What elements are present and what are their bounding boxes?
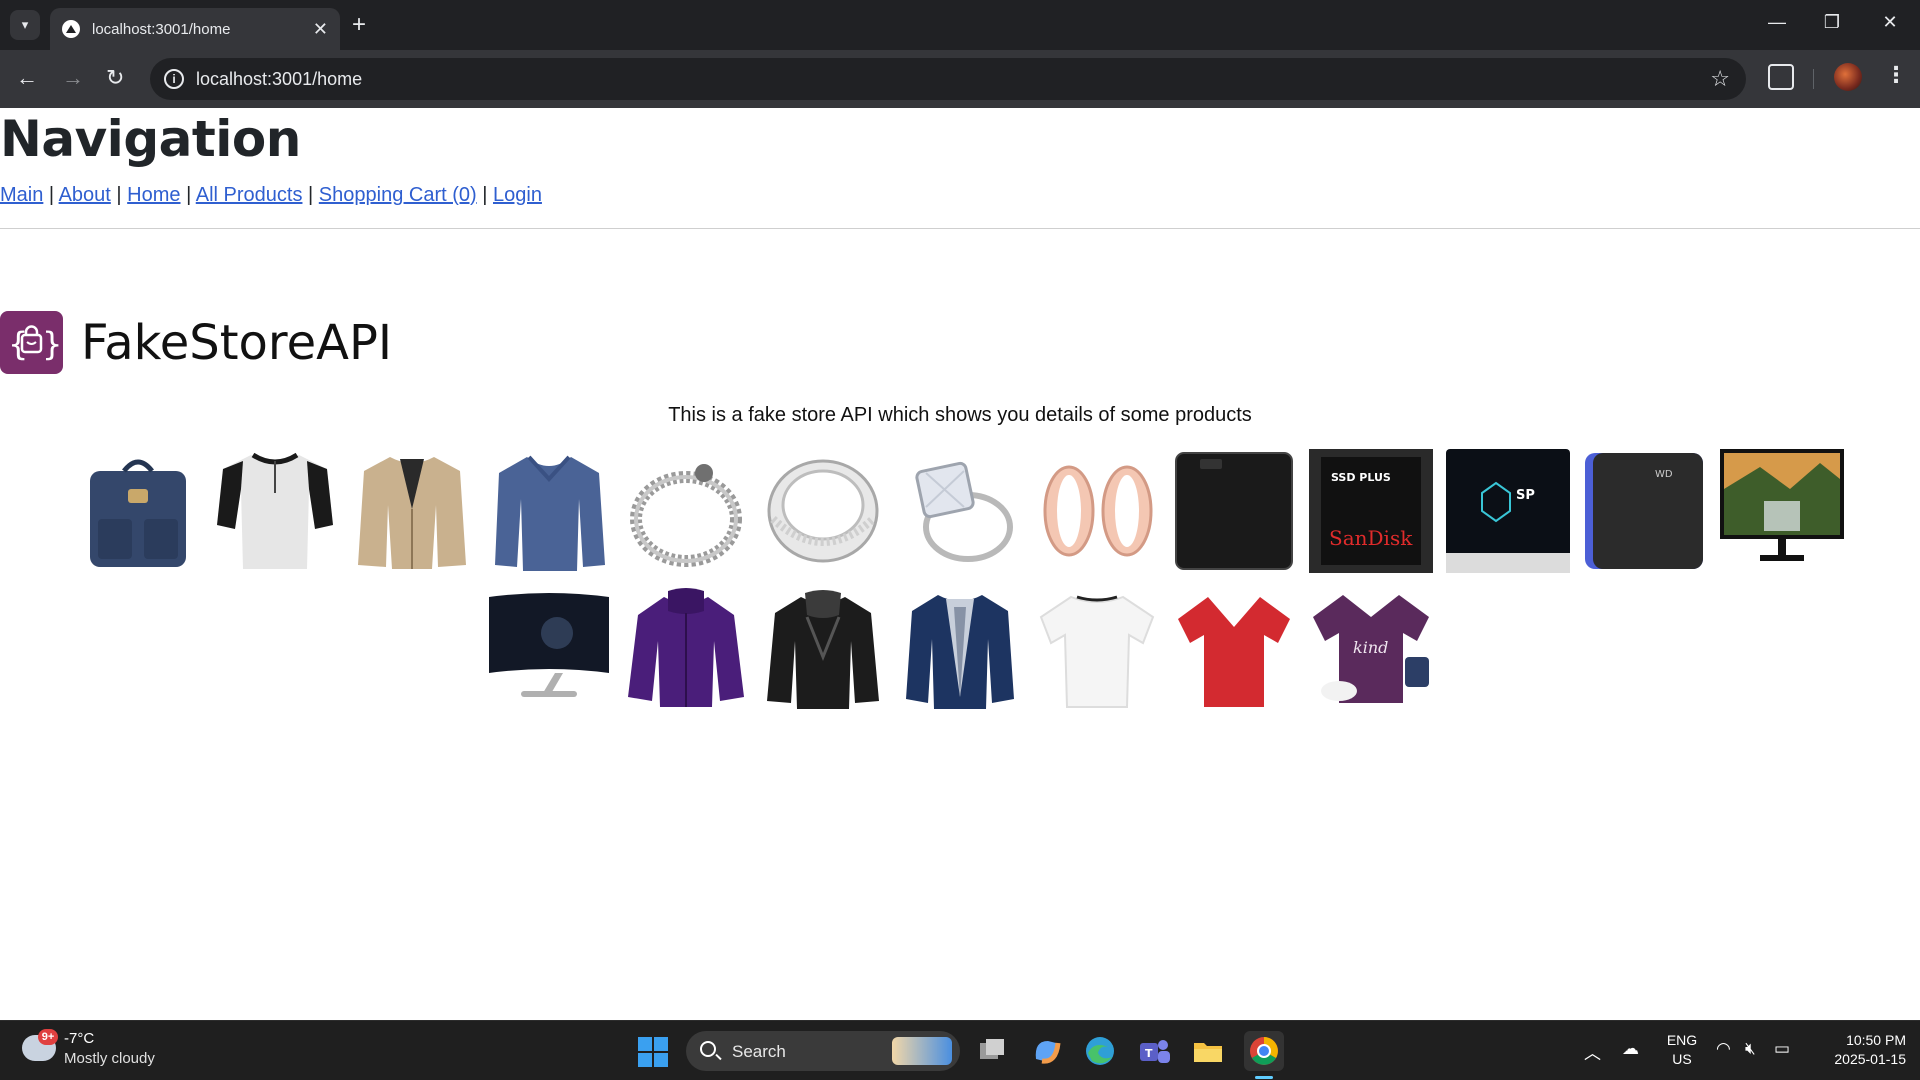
tab-favicon-icon bbox=[62, 20, 80, 38]
weather-alert-badge: 9+ bbox=[38, 1029, 58, 1045]
nav-separator: | bbox=[308, 184, 314, 206]
reload-button[interactable]: ↻ bbox=[106, 66, 124, 90]
teams-icon[interactable]: T bbox=[1134, 1031, 1174, 1071]
wifi-icon[interactable]: ◠ bbox=[1716, 1039, 1731, 1059]
volume-muted-icon[interactable]: 🔇︎ bbox=[1745, 1039, 1756, 1059]
file-explorer-icon[interactable] bbox=[1188, 1031, 1228, 1071]
product-row: kind bbox=[0, 587, 1920, 711]
product-dragon-bracelet[interactable] bbox=[624, 449, 748, 573]
weather-temperature: -7°C bbox=[64, 1030, 95, 1047]
product-slim-fit-shirt[interactable] bbox=[487, 449, 611, 573]
clock-date[interactable]: 2025-01-15 bbox=[1810, 1051, 1906, 1067]
extensions-icon[interactable] bbox=[1768, 64, 1794, 90]
svg-text:SSD PLUS: SSD PLUS bbox=[1331, 471, 1391, 484]
page-subtitle: This is a fake store API which shows you… bbox=[668, 404, 1252, 426]
product-silver-ring[interactable] bbox=[761, 449, 885, 573]
active-app-indicator bbox=[1255, 1076, 1273, 1079]
product-princess-ring[interactable] bbox=[898, 449, 1022, 573]
svg-text:kind: kind bbox=[1353, 638, 1388, 657]
restore-button[interactable]: ❐ bbox=[1820, 12, 1844, 33]
product-purple-be-kind-tee[interactable]: kind bbox=[1309, 587, 1433, 711]
product-sandisk-ssd[interactable]: SSD PLUS SanDisk bbox=[1309, 449, 1433, 573]
browser-toolbar: ← → ↻ i localhost:3001/home ☆ ⋮ bbox=[0, 50, 1920, 108]
forward-button[interactable]: → bbox=[62, 66, 84, 90]
brand-header: { } FakeStoreAPI bbox=[0, 311, 392, 374]
browser-titlebar: ▾ localhost:3001/home ✕ + — ❐ ✕ bbox=[0, 0, 1920, 50]
nav-separator: | bbox=[48, 184, 55, 206]
svg-text:}: } bbox=[42, 325, 62, 363]
brand-title: FakeStoreAPI bbox=[81, 314, 393, 371]
svg-text:SanDisk: SanDisk bbox=[1329, 526, 1413, 550]
search-icon bbox=[700, 1041, 716, 1057]
task-view-icon[interactable] bbox=[972, 1031, 1012, 1071]
tray-overflow-icon[interactable]: ︿ bbox=[1584, 1039, 1601, 1064]
browser-tab[interactable]: localhost:3001/home ✕ bbox=[50, 8, 340, 50]
nav-link-main[interactable]: Main bbox=[0, 184, 43, 206]
address-url[interactable]: localhost:3001/home bbox=[196, 69, 362, 90]
site-info-icon[interactable]: i bbox=[164, 69, 184, 89]
product-acer-monitor[interactable] bbox=[1720, 449, 1844, 573]
tab-title: localhost:3001/home bbox=[92, 20, 231, 38]
nav-separator: | bbox=[482, 184, 488, 206]
browser-menu-icon[interactable]: ⋮ bbox=[1885, 62, 1907, 88]
product-cotton-jacket[interactable] bbox=[350, 449, 474, 573]
product-red-v-neck-tee[interactable] bbox=[1172, 587, 1296, 711]
nav-link-login[interactable]: Login bbox=[493, 184, 542, 206]
nav-separator: | bbox=[186, 184, 192, 206]
navigation-heading: Navigation bbox=[0, 110, 301, 168]
product-silicon-power-ssd[interactable]: SP bbox=[1446, 449, 1570, 573]
product-gold-earrings[interactable] bbox=[1035, 449, 1159, 573]
svg-text:T: T bbox=[1145, 1047, 1153, 1060]
nav-separator: | bbox=[116, 184, 122, 206]
new-tab-button[interactable]: + bbox=[352, 12, 366, 38]
product-white-boat-neck-tee[interactable] bbox=[1035, 587, 1159, 711]
address-bar[interactable]: i localhost:3001/home ☆ bbox=[150, 58, 1746, 100]
nav-links: Main | About | Home | All Products | Sho… bbox=[0, 184, 542, 207]
toolbar-divider bbox=[1813, 69, 1814, 89]
nav-link-about[interactable]: About bbox=[59, 184, 111, 206]
battery-icon[interactable]: ▭ bbox=[1774, 1039, 1790, 1059]
nav-link-shopping-cart[interactable]: Shopping Cart (0) bbox=[319, 184, 477, 206]
taskbar-search[interactable]: Search bbox=[686, 1031, 960, 1071]
nav-link-all-products[interactable]: All Products bbox=[196, 184, 303, 206]
tab-search-button[interactable]: ▾ bbox=[10, 10, 40, 40]
edge-icon[interactable] bbox=[1080, 1031, 1120, 1071]
bookmark-star-icon[interactable]: ☆ bbox=[1710, 66, 1730, 92]
copilot-icon[interactable] bbox=[1026, 1031, 1066, 1071]
chrome-icon[interactable] bbox=[1244, 1031, 1284, 1071]
product-external-hard-drive[interactable] bbox=[1172, 449, 1296, 573]
product-grid: SSD PLUS SanDisk SP WD kind bbox=[0, 449, 1920, 725]
svg-text:WD: WD bbox=[1655, 469, 1673, 480]
taskbar: 9+ -7°C Mostly cloudy Search T ︿ ☁ ENG U… bbox=[0, 1020, 1920, 1080]
divider bbox=[0, 228, 1920, 229]
onedrive-icon[interactable]: ☁ bbox=[1622, 1039, 1639, 1059]
minimize-button[interactable]: — bbox=[1765, 12, 1789, 33]
clock-time[interactable]: 10:50 PM bbox=[1810, 1032, 1906, 1048]
back-button[interactable]: ← bbox=[16, 66, 38, 90]
product-row: SSD PLUS SanDisk SP WD bbox=[0, 449, 1920, 573]
product-purple-snowboard-jacket[interactable] bbox=[624, 587, 748, 711]
product-leather-moto-jacket[interactable] bbox=[761, 587, 885, 711]
close-window-button[interactable]: ✕ bbox=[1878, 12, 1902, 33]
svg-text:SP: SP bbox=[1516, 488, 1535, 503]
fakestore-logo-icon: { } bbox=[0, 311, 63, 374]
page-content: Navigation Main | About | Home | All Pro… bbox=[0, 108, 1920, 1020]
language-top[interactable]: ENG bbox=[1662, 1032, 1702, 1048]
nav-link-home[interactable]: Home bbox=[127, 184, 180, 206]
profile-avatar[interactable] bbox=[1834, 63, 1862, 91]
product-henley-shirt[interactable] bbox=[213, 449, 337, 573]
product-samsung-curved-monitor[interactable] bbox=[487, 587, 611, 711]
search-label: Search bbox=[732, 1042, 786, 1061]
search-highlight-icon bbox=[892, 1037, 952, 1065]
product-rain-jacket[interactable] bbox=[898, 587, 1022, 711]
weather-description: Mostly cloudy bbox=[64, 1050, 155, 1067]
windows-start-icon[interactable] bbox=[638, 1037, 668, 1067]
product-wd-gaming-drive[interactable]: WD bbox=[1583, 449, 1707, 573]
tab-close-icon[interactable]: ✕ bbox=[313, 19, 328, 40]
language-bottom[interactable]: US bbox=[1662, 1051, 1702, 1067]
product-backpack[interactable] bbox=[76, 449, 200, 573]
